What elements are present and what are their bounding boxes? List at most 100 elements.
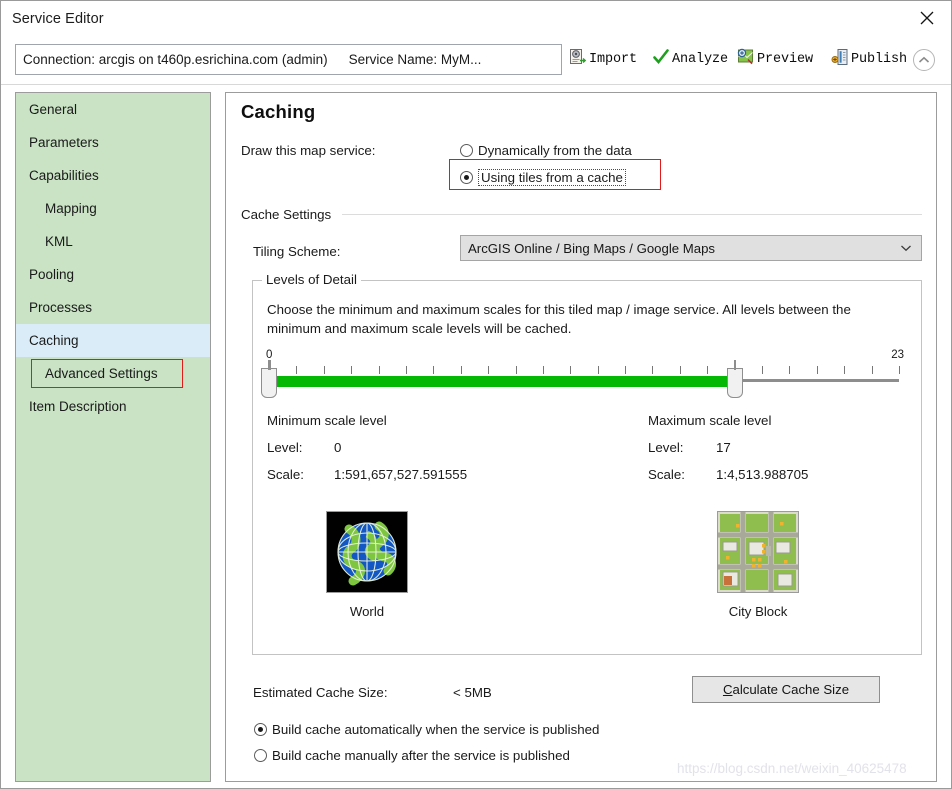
import-button[interactable]: Import: [569, 44, 637, 74]
slider-max-tick-label: 23: [891, 349, 904, 361]
title-bar: Service Editor: [1, 1, 951, 36]
sidebar-item-advanced-settings[interactable]: Advanced Settings: [16, 357, 210, 390]
slider-tick: [405, 366, 407, 374]
sidebar-item-parameters[interactable]: Parameters: [16, 126, 210, 159]
chevron-up-icon: [918, 51, 930, 69]
slider-selected-range: [272, 376, 735, 387]
sidebar-item-label: Caching: [29, 333, 79, 348]
slider-tick: [762, 366, 764, 374]
calculate-cache-size-button[interactable]: Calculate Cache Size: [692, 676, 880, 703]
analyze-button[interactable]: Analyze: [652, 44, 728, 74]
publish-label: Publish: [851, 51, 908, 67]
slider-tick: [570, 366, 572, 374]
cache-settings-section-label: Cache Settings: [241, 207, 332, 222]
slider-tick: [652, 366, 654, 374]
close-button[interactable]: [903, 1, 951, 35]
min-scale-value: 1:591,657,527.591555: [334, 467, 468, 482]
estimated-cache-size-label: Estimated Cache Size:: [253, 685, 388, 700]
slider-tick: [323, 366, 325, 374]
slider-tick: [515, 366, 517, 374]
slider-tick: [899, 366, 900, 374]
radio-build-cache-automatically[interactable]: Build cache automatically when the servi…: [254, 722, 599, 737]
window-bottom-edge: [1, 782, 951, 788]
slider-tick: [351, 366, 353, 374]
sidebar-item-label: Processes: [29, 300, 93, 315]
radio-label: Build cache automatically when the servi…: [272, 722, 600, 737]
window-title: Service Editor: [12, 10, 104, 27]
sidebar-item-label: Parameters: [29, 135, 99, 150]
max-level-label: Level:: [648, 440, 684, 455]
sidebar-item-capabilities[interactable]: Capabilities: [16, 159, 210, 192]
button-label: alculate Cache Size: [732, 682, 850, 697]
radio-button-icon: [460, 171, 473, 184]
slider-tick: [378, 366, 380, 374]
radio-using-tiles-from-cache[interactable]: Using tiles from a cache: [460, 169, 626, 186]
service-editor-window: Service Editor Connection: arcgis on t46…: [0, 0, 952, 789]
sidebar-item-caching[interactable]: Caching: [16, 324, 210, 357]
min-level-value: 0: [334, 440, 342, 455]
levels-range-slider[interactable]: 0 23: [261, 349, 904, 398]
tiling-scheme-value: ArcGIS Online / Bing Maps / Google Maps: [468, 240, 716, 256]
thumbnail-caption: City Block: [728, 604, 788, 619]
min-level-label: Level:: [267, 440, 303, 455]
tiling-scheme-label: Tiling Scheme:: [253, 244, 341, 259]
slider-tick: [789, 366, 791, 374]
slider-tick: [433, 366, 435, 374]
radio-label: Using tiles from a cache: [478, 169, 626, 186]
analyze-label: Analyze: [672, 51, 729, 67]
radio-label: Build cache manually after the service i…: [272, 748, 570, 763]
green-check-icon: [652, 48, 670, 71]
slider-tick-marks: [269, 366, 900, 375]
close-icon: [920, 11, 934, 25]
city-block-thumbnail: [717, 511, 799, 593]
sidebar-item-mapping[interactable]: Mapping: [16, 192, 210, 225]
caching-settings-panel: Caching Draw this map service: Dynamical…: [225, 92, 937, 782]
import-label: Import: [589, 51, 638, 67]
collapse-panel-button[interactable]: [913, 49, 935, 71]
slider-tick: [844, 366, 846, 374]
preview-button[interactable]: Preview: [737, 44, 813, 74]
sidebar-item-general[interactable]: General: [16, 93, 210, 126]
sidebar-item-label: Item Description: [29, 399, 127, 414]
sidebar-item-label: Pooling: [29, 267, 75, 282]
sidebar-item-label: Advanced Settings: [45, 366, 158, 381]
radio-dynamically-from-data[interactable]: Dynamically from the data: [460, 143, 632, 158]
slider-tick: [625, 366, 627, 374]
sidebar-item-processes[interactable]: Processes: [16, 291, 210, 324]
slider-tick: [542, 366, 544, 374]
service-name-label: Service Name: MyM...: [348, 52, 482, 67]
sidebar-item-pooling[interactable]: Pooling: [16, 258, 210, 291]
slider-tick: [296, 366, 298, 374]
draw-map-service-label: Draw this map service:: [241, 143, 376, 158]
slider-tick: [488, 366, 490, 374]
sidebar-item-label: General: [29, 102, 78, 117]
min-scale-thumbnail: World: [307, 511, 427, 619]
publish-server-icon: [831, 48, 849, 71]
slider-thumb-minimum[interactable]: [261, 360, 277, 398]
page-title: Caching: [241, 101, 316, 122]
slider-tick: [679, 366, 681, 374]
globe-thumbnail: [326, 511, 408, 593]
sidebar-item-item-description[interactable]: Item Description: [16, 390, 210, 423]
maximum-scale-level-heading: Maximum scale level: [648, 413, 772, 428]
levels-of-detail-description: Choose the minimum and maximum scales fo…: [267, 302, 851, 336]
preview-label: Preview: [757, 51, 814, 67]
radio-build-cache-manually[interactable]: Build cache manually after the service i…: [254, 748, 570, 763]
slider-thumb-maximum[interactable]: [726, 360, 743, 398]
slider-tick: [871, 366, 873, 374]
levels-of-detail-legend: Levels of Detail: [262, 272, 361, 287]
sidebar-item-label: Mapping: [45, 201, 97, 216]
tiling-scheme-select[interactable]: ArcGIS Online / Bing Maps / Google Maps: [460, 235, 922, 261]
max-scale-thumbnail: City Block: [698, 511, 818, 619]
minimum-scale-level-heading: Minimum scale level: [267, 413, 387, 428]
connection-label: Connection: arcgis on t460p.esrichina.co…: [23, 52, 328, 67]
connection-info-box[interactable]: Connection: arcgis on t460p.esrichina.co…: [15, 44, 562, 75]
section-divider: [342, 214, 922, 215]
sidebar-item-label: Capabilities: [29, 168, 99, 183]
sidebar-item-kml[interactable]: KML: [16, 225, 210, 258]
max-scale-label: Scale:: [648, 467, 685, 482]
settings-sidebar[interactable]: General Parameters Capabilities Mapping …: [15, 92, 211, 782]
publish-button[interactable]: Publish: [831, 44, 907, 74]
slider-tick: [816, 366, 818, 374]
min-scale-label: Scale:: [267, 467, 304, 482]
